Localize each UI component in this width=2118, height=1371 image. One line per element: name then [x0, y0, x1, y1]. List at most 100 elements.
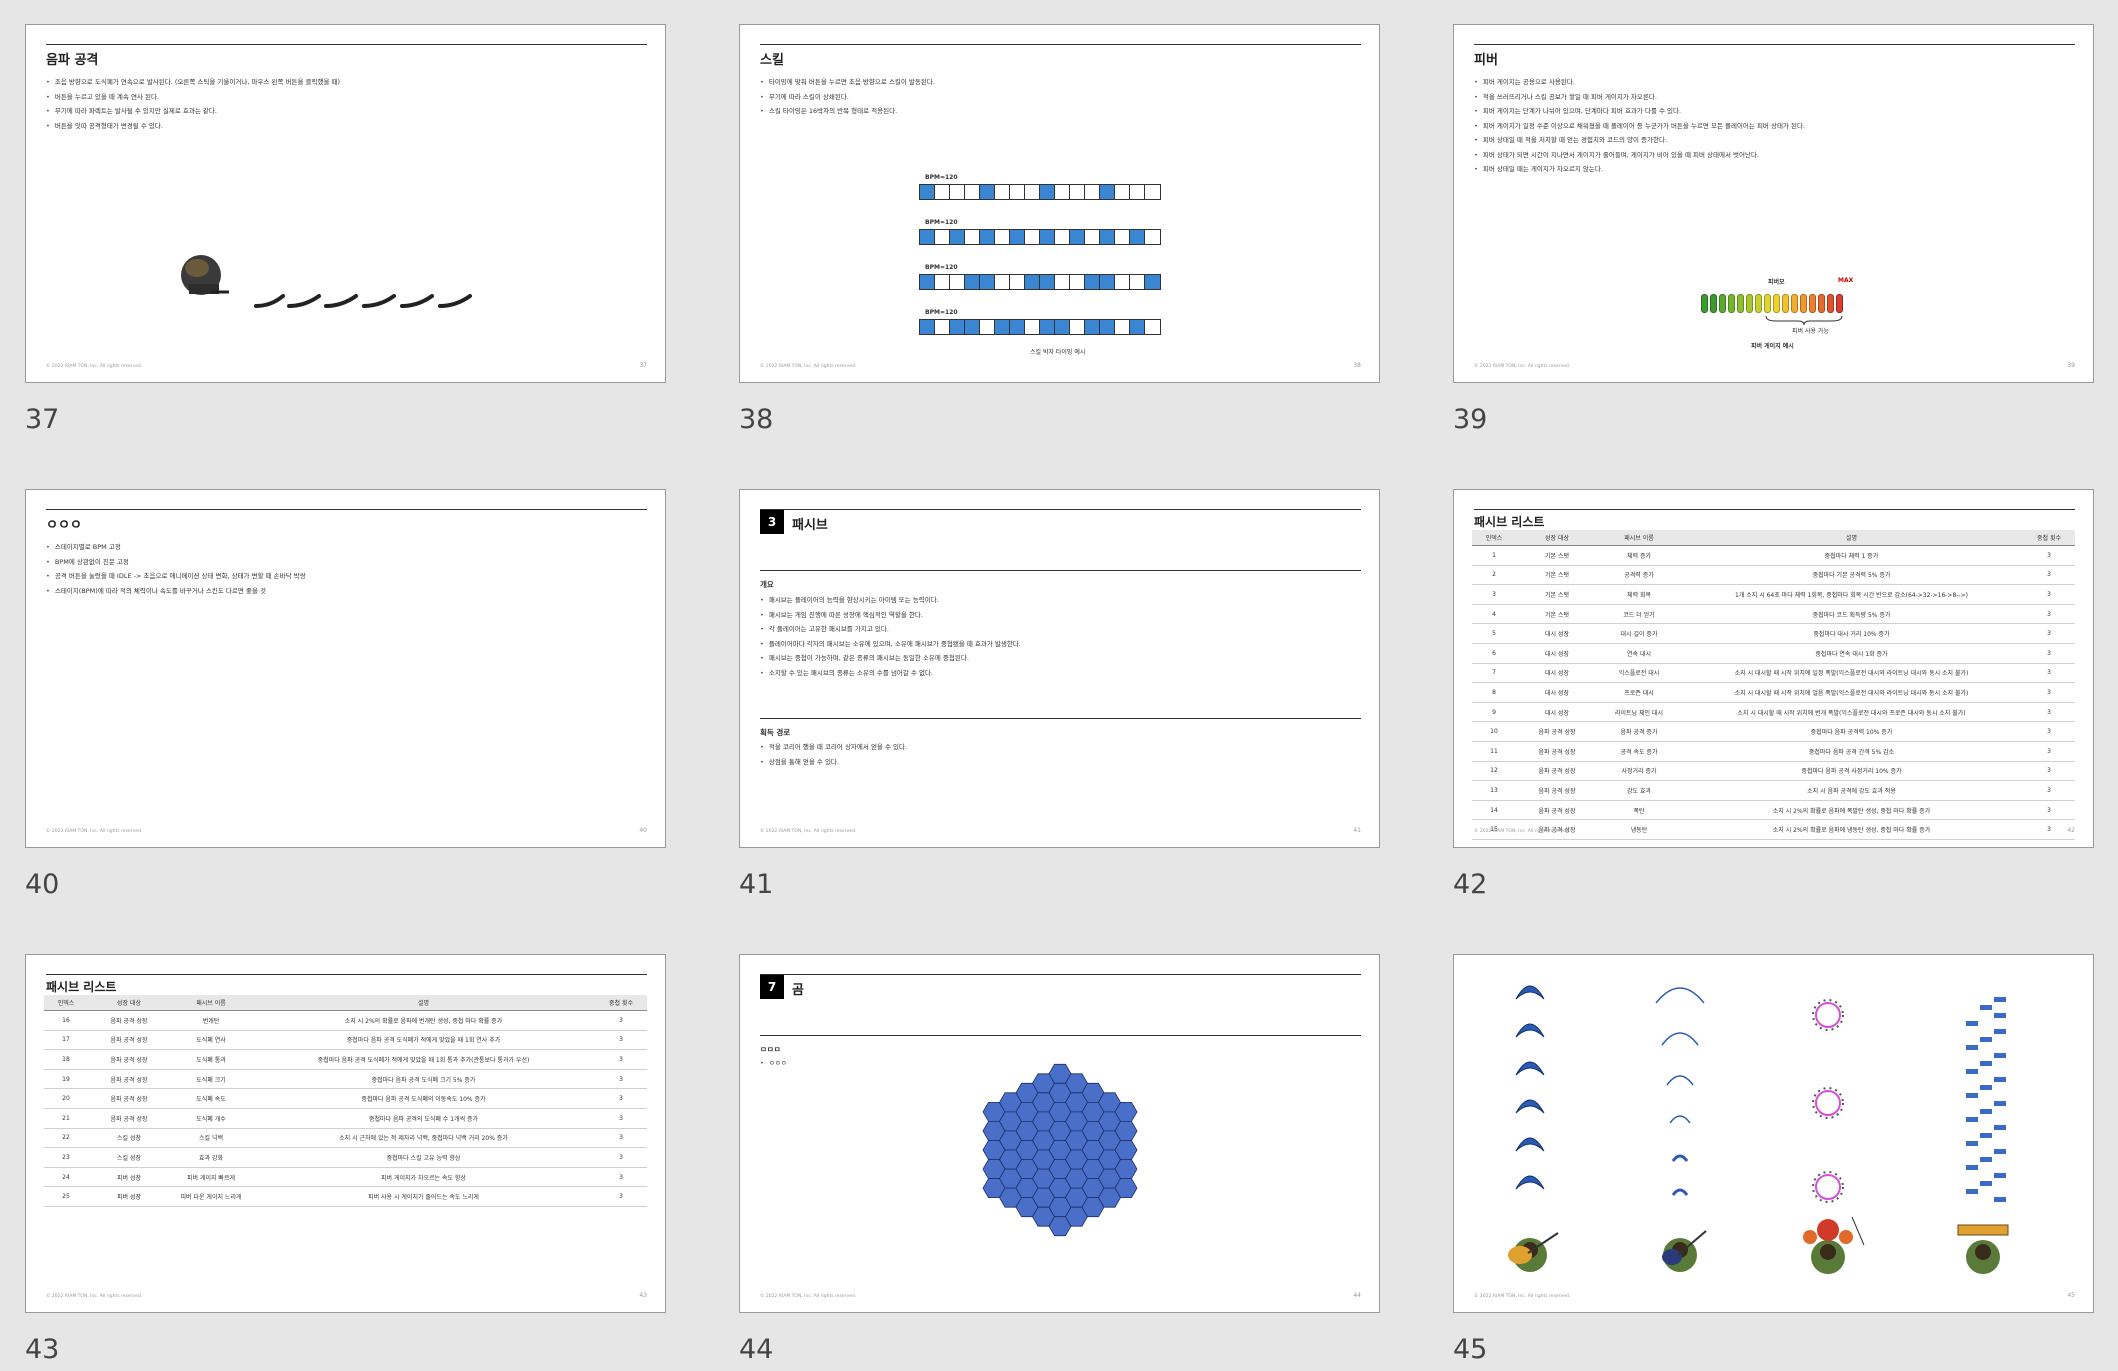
table-cell: 7 [1472, 663, 1516, 684]
beat-row [919, 274, 1161, 290]
title-rule [760, 974, 1361, 975]
table-cell: 3 [2023, 604, 2075, 625]
bullet: 적을 코리어 했을 때 코리어 상자에서 얻을 수 있다. [760, 740, 907, 755]
table-cell: 체력 회복 [1598, 584, 1680, 605]
slide-45[interactable]: © 2022 RIAM TON, Inc. All rights reserve… [1453, 954, 2094, 1313]
table-row: 20 음파 공격 성장 도식폐 속도 중첩마다 음파 공격 도식폐의 이동속도 10%… [44, 1088, 647, 1109]
table-cell: 19 [44, 1069, 88, 1090]
table-cell: 3 [2023, 780, 2075, 801]
slide-41[interactable]: 3 패시브 개요 패시브는 플레이어의 능력을 향상시키는 아이템 또는 능력이… [739, 489, 1380, 848]
slide-number: 45 [1453, 1334, 1488, 1365]
bpm-label: BPM=120 [925, 219, 958, 226]
section-rule [760, 718, 1361, 719]
slide-42[interactable]: 패시브 리스트 인덱스 성장 대상 패시브 이름 설명 중첩 횟수 1 기본 스탯… [1453, 489, 2094, 848]
slide-44[interactable]: 7 곰 ㅁㅁㅁ ㅇㅇㅇ © 2022 RIAM TON, Inc. All ri… [739, 954, 1380, 1313]
bullet: 상점을 통해 얻을 수 있다. [760, 755, 907, 770]
table-cell: 3 [2023, 623, 2075, 644]
table-cell: 대시 성장 [1516, 643, 1598, 664]
table-cell: 소지 시 근처에 있는 적 제자리 넉백, 중첩마다 넉백 거리 20% 증가 [252, 1128, 595, 1149]
slide-number: 43 [25, 1334, 60, 1365]
brace-icon [1765, 315, 1843, 326]
slide-38[interactable]: 스킬 타이밍에 맞춰 버튼을 누르면 초음 방향으로 스킬이 발동된다. 무기에… [739, 24, 1380, 383]
bassist-icon [1662, 1230, 1707, 1272]
table-cell: 3 [595, 1088, 647, 1109]
slide-footer: © 2022 RIAM TON, Inc. All rights reserve… [1474, 1294, 1571, 1299]
title-rule [1474, 509, 2075, 510]
slide-footer: © 2022 RIAM TON, Inc. All rights reserve… [46, 364, 143, 369]
table-cell: 중첩마다 음파 공격의 도식폐 수 1개씩 증가 [252, 1108, 595, 1129]
table-cell: 기본 스탯 [1516, 565, 1598, 586]
table-cell: 3 [2023, 663, 2075, 684]
table-cell: 기본 스탯 [1516, 545, 1598, 566]
bullet: 스킬 타이밍은 16박자의 반복 형태로 적용된다. [760, 104, 935, 119]
table-cell: 중첩마다 기본 공격력 5% 증가 [1680, 565, 2023, 586]
bullet: 초음 방향으로 도식폐가 연속으로 발사된다. (오른쪽 스틱을 기울이거나, … [46, 75, 340, 90]
table-cell: 도식폐 개수 [170, 1108, 252, 1129]
table-row: 6 대시 성장 연속 대시 중첩마다 연속 대시 1회 증가 3 [1472, 643, 2075, 664]
figure-caption: 스킬 박자 타이밍 예시 [1030, 349, 1086, 356]
bullet: 스테이지(BPM)에 따라 적의 체력이나 속도를 바꾸거나 스킨도 다르면 좋… [46, 584, 306, 599]
table-cell: 피버 성장 [88, 1186, 170, 1207]
slide-43[interactable]: 패시브 리스트 인덱스 성장 대상 패시브 이름 설명 중첩 횟수 16 음파 공… [25, 954, 666, 1313]
table-row: 3 기본 스탯 체력 회복 1개 소지 시 64초 마다 체력 1회복, 중첩마다 회… [1472, 584, 2075, 605]
table-row: 18 음파 공격 성장 도식폐 통과 중첩마다 음파 공격 도식폐가 적에게 맞았을 … [44, 1049, 647, 1070]
column-header: 중첩 횟수 [2023, 530, 2075, 546]
table-cell: 중첩마다 음파 공격력 10% 증가 [1680, 721, 2023, 742]
slide-page-number: 37 [639, 362, 647, 369]
section-number-badge: 7 [760, 975, 784, 999]
title-rule [46, 974, 647, 975]
table-row: 4 기본 스탯 코드 더 얻기 중첩마다 코드 획득량 5% 증가 3 [1472, 604, 2075, 625]
table-cell: 소지 시 2%의 확률로 음파에 번개탄 생성, 중첩 마다 확률 증가 [252, 1010, 595, 1031]
table-cell: 음파 공격 성장 [1516, 761, 1598, 782]
table-cell: 소지 시 2%의 확률로 음파에 폭발탄 생성, 중첩 마다 확률 증가 [1680, 800, 2023, 821]
slide-number: 40 [25, 869, 60, 900]
bullet-list: 적을 코리어 했을 때 코리어 상자에서 얻을 수 있다. 상점을 통해 얻을 … [760, 740, 907, 769]
table-cell: 6 [1472, 643, 1516, 664]
table-cell: 3 [595, 1108, 647, 1129]
table-cell: 21 [44, 1108, 88, 1129]
table-cell: 중첩마다 대시 거리 10% 증가 [1680, 623, 2023, 644]
bullet: 소지할 수 있는 패시브의 종류는 소유의 수를 넘어갈 수 없다. [760, 666, 1021, 681]
passive-table: 인덱스 성장 대상 패시브 이름 설명 중첩 횟수 1 기본 스탯 체력 증가 중첩마… [1472, 530, 2075, 840]
column-header: 설명 [1680, 530, 2023, 546]
table-cell: 3 [595, 1128, 647, 1149]
bullet: 피버 상태일 때는 게이지가 차오르지 않는다. [1474, 162, 1805, 177]
table-cell: 대시 성장 [1516, 663, 1598, 684]
bullet: 피버 게이지는 단계가 나뉘어 있으며, 단계마다 피버 효과가 다를 수 있다… [1474, 104, 1805, 119]
slide-40[interactable]: ㅇㅇㅇ 스테이지별로 BPM 고정 BPM에 상관없이 진문 고정 공격 버튼을… [25, 489, 666, 848]
beat-row [919, 229, 1161, 245]
slide-page-number: 45 [2067, 1292, 2075, 1299]
table-cell: 음파 공격 성장 [88, 1010, 170, 1031]
bullet: 타이밍에 맞춰 버튼을 누르면 초음 방향으로 스킬이 발동된다. [760, 75, 935, 90]
slide-number: 38 [739, 404, 774, 435]
slide-number: 39 [1453, 404, 1488, 435]
gauge-label-usable: 피버 사용 가능 [1792, 328, 1829, 335]
bullet: 피버 게이지는 공용으로 사용된다. [1474, 75, 1805, 90]
slide-title: 음파 공격 [46, 53, 99, 68]
arc-column-1 [1515, 985, 1545, 1190]
title-rule [760, 44, 1361, 45]
table-row: 7 대시 성장 익스플로전 대시 소지 시 대시할 때 시작 위치에 일정 폭발(익스… [1472, 663, 2075, 684]
subheading: 개요 [760, 580, 774, 589]
bullet-list: 패시브는 플레이어의 능력을 향상시키는 아이템 또는 능력이다. 패시브는 게… [760, 593, 1021, 680]
table-cell: 중첩마다 음파 공격 도식폐의 이동속도 10% 증가 [252, 1088, 595, 1109]
title-rule [760, 509, 1361, 510]
bullet: 패시브는 중첩이 가능하며, 같은 종류의 패시브는 동일한 소유에 중첩된다. [760, 651, 1021, 666]
bullet-list: 초음 방향으로 도식폐가 연속으로 발사된다. (오른쪽 스틱을 기울이거나, … [46, 75, 340, 133]
bullet: 피버 상태일 때 적을 처치할 때 얻는 경험치와 코드의 양이 증가한다. [1474, 133, 1805, 148]
table-cell: 11 [1472, 741, 1516, 762]
table-cell: 소지 시 2%의 확률로 음파에 냉동탄 생성, 중첩 마다 확률 증가 [1680, 819, 2023, 840]
table-row: 14 음파 공격 성장 폭탄 소지 시 2%의 확률로 음파에 폭발탄 생성, 중첩 … [1472, 800, 2075, 821]
table-cell: 17 [44, 1030, 88, 1051]
slide-footer: © 2022 RIAM TON, Inc. All rights reserve… [760, 1294, 857, 1299]
table-cell: 공격력 증가 [1598, 565, 1680, 586]
table-cell: 대시 성장 [1516, 682, 1598, 703]
slide-39[interactable]: 피버 피버 게이지는 공용으로 사용된다. 적을 쓰러뜨리거나 스킬 공보가 쌓… [1453, 24, 2094, 383]
section-rule [760, 570, 1361, 571]
table-cell: 4 [1472, 604, 1516, 625]
slide-37[interactable]: 음파 공격 초음 방향으로 도식폐가 연속으로 발사된다. (오른쪽 스틱을 기… [25, 24, 666, 383]
table-row: 9 대시 성장 라이트닝 체인 대시 소지 시 대시할 때 시작 위치에 번개 폭발(… [1472, 702, 2075, 723]
table-cell: 3 [2023, 545, 2075, 566]
slide-page-number: 38 [1353, 362, 1361, 369]
hex-grid-map [982, 1063, 1138, 1237]
